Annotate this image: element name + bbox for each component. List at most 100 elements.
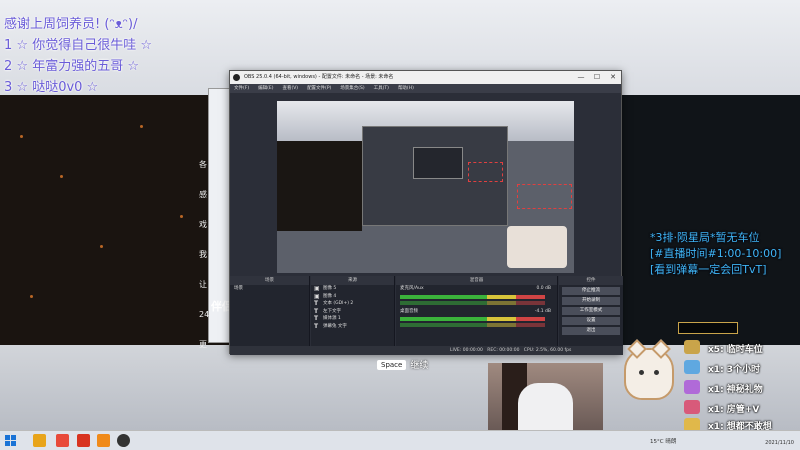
heart-icon bbox=[684, 400, 700, 414]
gift-tier: x1: 神秘礼物 bbox=[708, 385, 763, 395]
scenes-header: 场景 bbox=[230, 276, 309, 285]
source-item-label: 弹幕兔 文字 bbox=[323, 323, 347, 329]
obs-window[interactable]: OBS 25.0.4 (64-bit, windows) - 配置文件: 未命名… bbox=[229, 70, 623, 355]
welcome-line: 3 ☆ 哒哒0v0 ☆ bbox=[4, 80, 99, 95]
welcome-line: 1 ☆ 你觉得自己很牛哇 ☆ bbox=[4, 38, 152, 53]
webcam-feed bbox=[488, 363, 603, 430]
obs-dock-row: 场景 场景 来源 ▣ 图像 5 ▣ 图像 4 T 文本 (GDI+) 2 T 左下文字 … bbox=[230, 276, 623, 355]
side-char: 24 bbox=[199, 310, 210, 319]
gift-tier: x5: 临时车位 bbox=[708, 345, 763, 355]
maximize-button[interactable]: ☐ bbox=[589, 71, 605, 84]
obs-menu-bar: 文件(F) 编辑(E) 查看(V) 配置文件(P) 场景集合(S) 工具(T) … bbox=[230, 84, 621, 93]
gift-box-icon bbox=[684, 380, 700, 394]
taskbar-app-icon[interactable] bbox=[77, 434, 90, 447]
nested-obs-preview bbox=[362, 126, 508, 226]
gift-tier: x1: 3个小时 bbox=[708, 365, 761, 375]
preview-dark-area bbox=[277, 141, 362, 231]
source-item-label: 媒体源 1 bbox=[323, 316, 341, 321]
menu-tools[interactable]: 工具(T) bbox=[374, 84, 389, 93]
minimize-button[interactable]: — bbox=[573, 71, 589, 84]
menu-scene-collection[interactable]: 场景集合(S) bbox=[340, 84, 364, 93]
crystal-icon bbox=[684, 360, 700, 374]
audio-meter bbox=[400, 317, 545, 321]
studio-mode-button[interactable]: 工作室模式 bbox=[562, 307, 620, 315]
obs-title-bar[interactable]: OBS 25.0.4 (64-bit, windows) - 配置文件: 未命名… bbox=[230, 71, 621, 84]
audio-meter bbox=[400, 294, 545, 299]
cpu-status: CPU: 2.5%, 60.00 fps bbox=[523, 348, 572, 353]
side-char: 感 bbox=[199, 190, 207, 199]
scenes-dock: 场景 场景 bbox=[230, 276, 310, 346]
source-item-label: 图像 4 bbox=[323, 293, 337, 299]
stop-streaming-button[interactable]: 停止推流 bbox=[562, 287, 620, 295]
sources-dock: 来源 ▣ 图像 5 ▣ 图像 4 T 文本 (GDI+) 2 T 左下文字 T 媒体源 1… bbox=[311, 276, 395, 346]
mixer-channel-label: 桌面音频 -4.1 dB bbox=[400, 308, 551, 314]
weather-widget[interactable]: 15°C 晴朗 bbox=[650, 437, 676, 445]
windows-start-icon[interactable] bbox=[5, 435, 16, 446]
rec-timer: REC: 00:00:00 bbox=[487, 348, 520, 353]
taskbar-app-icon[interactable] bbox=[33, 434, 46, 447]
source-item[interactable]: ▣ 图像 5 bbox=[311, 285, 394, 293]
side-char: 让 bbox=[199, 280, 207, 289]
sources-header: 来源 bbox=[311, 276, 394, 285]
menu-help[interactable]: 帮助(H) bbox=[398, 84, 414, 93]
menu-edit[interactable]: 编辑(E) bbox=[258, 84, 273, 93]
continue-hint: Space 继续 bbox=[377, 358, 428, 371]
volume-slider[interactable] bbox=[400, 323, 545, 327]
source-item-label: 图像 5 bbox=[323, 286, 337, 291]
mixer-level: 0.0 dB bbox=[536, 286, 551, 291]
source-item-label: 文本 (GDI+) 2 bbox=[323, 301, 354, 306]
source-item-label: 左下文字 bbox=[323, 308, 341, 314]
schedule-overlay: *3排·陨星局*暂无车位 [#直播时间#1:00-10:00] [看到弹幕一定会… bbox=[650, 230, 781, 278]
live-timer: LIVE: 00:00:00 bbox=[450, 348, 483, 353]
stream-background-right bbox=[620, 95, 800, 345]
schedule-line: [看到弹幕一定会回TvT] bbox=[650, 263, 767, 276]
side-char: 我 bbox=[199, 250, 207, 259]
volume-slider[interactable] bbox=[400, 300, 545, 305]
menu-profile[interactable]: 配置文件(P) bbox=[307, 84, 331, 93]
source-item[interactable]: ▣ 图像 4 bbox=[311, 293, 394, 301]
mixer-header: 混音器 bbox=[396, 276, 557, 285]
source-item[interactable]: T 弹幕兔 文字 bbox=[311, 323, 394, 331]
mixer-dock: 混音器 麦克风/Aux 0.0 dB 桌面音频 -4.1 dB bbox=[396, 276, 558, 346]
controls-header: 控件 bbox=[559, 276, 623, 285]
side-char: 戏 bbox=[199, 220, 207, 229]
schedule-line: [#直播时间#1:00-10:00] bbox=[650, 247, 782, 260]
source-item[interactable]: T 文本 (GDI+) 2 bbox=[311, 300, 394, 308]
source-item[interactable]: T 左下文字 bbox=[311, 308, 394, 316]
obs-taskbar-icon[interactable] bbox=[117, 434, 130, 447]
taskbar-app-icon[interactable] bbox=[56, 434, 69, 447]
scene-item[interactable]: 场景 bbox=[230, 285, 309, 293]
cat-mascot-icon bbox=[624, 339, 674, 400]
mixer-channel-label: 麦克风/Aux 0.0 dB bbox=[400, 286, 551, 291]
nested-obs-preview-inner bbox=[413, 147, 463, 179]
source-selection-box bbox=[517, 184, 572, 209]
gift-panel-header bbox=[678, 322, 738, 334]
system-tray[interactable]: 2021/11/10 bbox=[765, 433, 794, 447]
gift-tier: x1: 房管+V bbox=[708, 405, 760, 415]
space-key-label: Space bbox=[377, 359, 407, 370]
tray-date: 2021/11/10 bbox=[765, 440, 794, 446]
start-recording-button[interactable]: 开始录制 bbox=[562, 297, 620, 305]
menu-file[interactable]: 文件(F) bbox=[234, 84, 249, 93]
cat-overlay-preview bbox=[507, 226, 567, 268]
selection-box bbox=[468, 162, 503, 182]
stream-background-dark bbox=[0, 95, 230, 345]
side-text-column: 各 感 戏 我 让 24 更 bbox=[199, 150, 209, 360]
menu-view[interactable]: 查看(V) bbox=[282, 84, 298, 93]
mixer-level: -4.1 dB bbox=[534, 308, 551, 314]
obs-logo-icon bbox=[233, 74, 240, 81]
continue-label: 继续 bbox=[410, 361, 429, 371]
gift-tiers-panel: x5: 临时车位 x1: 3个小时 x1: 神秘礼物 x1: 房管+V x1: … bbox=[612, 318, 800, 432]
welcome-overlay: 感谢上周饲养员! (ᵔᴥᵔ)/ 1 ☆ 你觉得自己很牛哇 ☆ 2 ☆ 年富力强的… bbox=[4, 14, 152, 98]
source-item[interactable]: T 媒体源 1 bbox=[311, 315, 394, 323]
welcome-line: 感谢上周饲养员! (ᵔᴥᵔ)/ bbox=[4, 17, 138, 32]
ship-icon bbox=[684, 340, 700, 354]
welcome-line: 2 ☆ 年富力强的五哥 ☆ bbox=[4, 59, 139, 74]
schedule-line: *3排·陨星局*暂无车位 bbox=[650, 231, 760, 244]
obs-preview-canvas[interactable] bbox=[277, 101, 574, 273]
close-button[interactable]: ✕ bbox=[605, 71, 621, 84]
side-char: 各 bbox=[199, 160, 207, 169]
side-char: 更 bbox=[199, 340, 207, 349]
taskbar-app-icon[interactable] bbox=[97, 434, 110, 447]
taskbar: 15°C 晴朗 2021/11/10 bbox=[0, 430, 800, 450]
